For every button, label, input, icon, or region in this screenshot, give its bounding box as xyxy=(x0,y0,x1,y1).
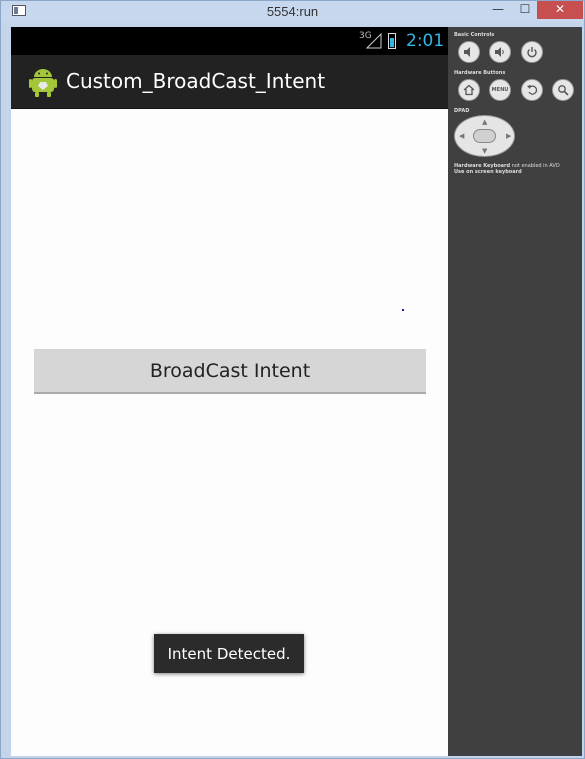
volume-up-button[interactable] xyxy=(489,41,511,63)
power-button[interactable] xyxy=(521,41,543,63)
emulator-control-panel: Basic Controls Hardware Buttons MENU DPA… xyxy=(448,27,582,756)
android-launcher-icon xyxy=(29,69,57,97)
signal-icon xyxy=(366,33,382,49)
dpad-down-arrow-icon[interactable]: ▼ xyxy=(482,148,487,155)
dpad-control[interactable]: ▲ ▼ ◀ ▶ xyxy=(454,115,515,157)
volume-down-icon xyxy=(464,47,470,57)
maximize-button[interactable]: ☐ xyxy=(512,1,538,19)
minimize-button[interactable]: — xyxy=(485,1,511,19)
action-bar: Custom_BroadCast_Intent xyxy=(11,55,448,109)
toast-message: Intent Detected. xyxy=(154,634,304,673)
window-titlebar[interactable]: 5554:run — ☐ ✕ xyxy=(1,1,584,23)
app-title: Custom_BroadCast_Intent xyxy=(66,69,326,93)
search-button[interactable] xyxy=(552,79,574,101)
dpad-left-arrow-icon[interactable]: ◀ xyxy=(459,133,464,140)
broadcast-intent-button[interactable]: BroadCast Intent xyxy=(34,349,426,394)
emulator-window: 5554:run — ☐ ✕ 3G 2:01 Custom_BroadCast_… xyxy=(0,0,585,759)
volume-down-button[interactable] xyxy=(458,41,480,63)
volume-up-icon xyxy=(495,47,504,57)
power-icon xyxy=(527,47,537,58)
battery-icon xyxy=(388,33,396,49)
home-icon xyxy=(463,84,475,96)
basic-controls-label: Basic Controls xyxy=(454,32,495,38)
menu-button[interactable]: MENU xyxy=(489,79,511,101)
device-screen: 3G 2:01 Custom_BroadCast_Intent BroadCas… xyxy=(11,27,448,756)
keyboard-note-line2: Use on screen keyboard xyxy=(454,169,522,175)
back-button[interactable] xyxy=(521,79,543,101)
hardware-buttons-label: Hardware Buttons xyxy=(454,70,506,76)
status-bar: 3G 2:01 xyxy=(11,27,448,55)
dpad-label: DPAD xyxy=(454,108,470,114)
status-clock: 2:01 xyxy=(406,31,445,51)
search-icon xyxy=(558,85,569,96)
dpad-right-arrow-icon[interactable]: ▶ xyxy=(506,133,511,140)
home-button[interactable] xyxy=(458,79,480,101)
keyboard-note: Hardware Keyboard not enabled in AVD Use… xyxy=(454,163,560,175)
back-arrow-icon xyxy=(527,85,538,95)
close-button[interactable]: ✕ xyxy=(537,1,583,19)
stray-pixel xyxy=(402,309,404,311)
dpad-center-button[interactable] xyxy=(473,129,496,143)
dpad-up-arrow-icon[interactable]: ▲ xyxy=(482,119,487,126)
